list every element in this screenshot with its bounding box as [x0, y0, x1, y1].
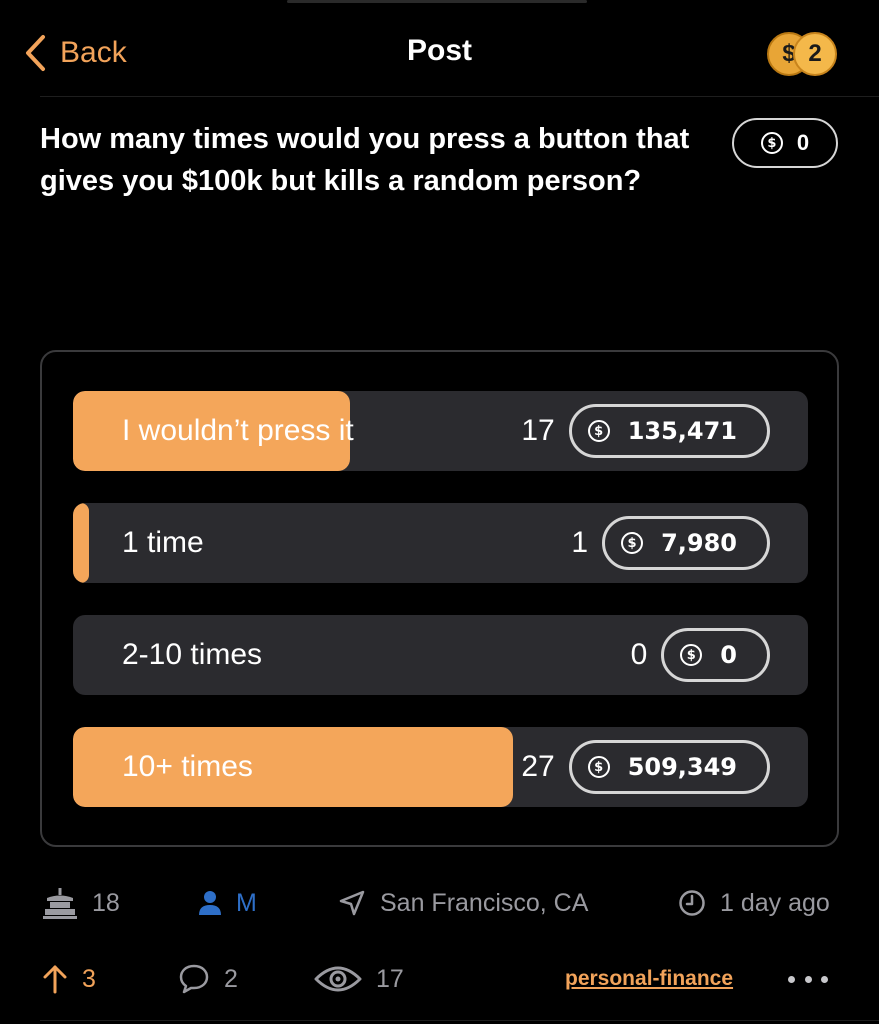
dollar-circle-icon: $: [587, 420, 610, 442]
tip-button[interactable]: $ 509,349: [568, 740, 770, 794]
speech-bubble-icon: [179, 964, 209, 994]
tip-amount: 135,471: [627, 417, 737, 445]
user-level-value: 18: [92, 888, 120, 917]
more-button[interactable]: [788, 956, 828, 1002]
timestamp: 1 day ago: [678, 880, 830, 926]
upvote-button[interactable]: 3: [42, 956, 96, 1002]
poll-option-stats: 1 $ 7,980: [571, 503, 770, 583]
dollar-circle-icon: $: [621, 532, 644, 554]
bottom-divider: [40, 1020, 879, 1021]
poll-option-votes: 27: [521, 750, 555, 783]
author-name: M: [236, 888, 257, 917]
tag-link[interactable]: personal-finance: [565, 956, 733, 1002]
dollar-circle-icon: $: [587, 756, 610, 778]
poll-option-label: 2-10 times: [122, 638, 263, 671]
poll-option-votes: 17: [521, 414, 555, 447]
timestamp-text: 1 day ago: [720, 888, 830, 917]
poll-option-stats: 17 $ 135,471: [521, 391, 770, 471]
location-arrow-icon: [339, 890, 365, 916]
location: San Francisco, CA: [338, 880, 588, 926]
poll-option-label: 10+ times: [122, 750, 253, 783]
tip-amount: 0: [720, 641, 737, 669]
cake-icon: [43, 888, 77, 919]
comments-button[interactable]: 2: [178, 956, 238, 1002]
comment-count: 2: [224, 964, 238, 993]
ellipsis-icon: [788, 975, 795, 983]
poll-option[interactable]: 2-10 times 0 $ 0: [73, 615, 808, 695]
tip-button[interactable]: $ 0: [661, 628, 770, 682]
bounty-button[interactable]: $ 0: [732, 118, 838, 168]
dollar-circle-icon: $: [760, 132, 783, 154]
page-title: Post: [406, 34, 472, 67]
header: Back Post $ 2: [0, 0, 879, 97]
upvote-count: 3: [82, 964, 96, 993]
post-screen: Back Post $ 2 How many times would you p…: [0, 0, 879, 1024]
poll-option-stats: 0 $ 0: [631, 615, 770, 695]
tip-button[interactable]: $ 7,980: [602, 516, 770, 570]
ellipsis-icon: [821, 975, 828, 983]
tip-amount: 7,980: [661, 529, 737, 557]
tip-amount: 509,349: [627, 753, 737, 781]
header-divider: [40, 96, 879, 97]
poll-option-fill: [73, 503, 90, 583]
eye-icon: [314, 966, 362, 992]
poll-option-votes: 0: [630, 638, 648, 671]
poll-option[interactable]: I wouldn’t press it 17 $ 135,471: [73, 391, 808, 471]
coins-button[interactable]: $ 2: [765, 30, 841, 76]
ellipsis-icon: [804, 975, 812, 983]
post-meta: 18 M San Francisco, CA 1 day ago: [0, 880, 879, 926]
person-icon: [199, 891, 221, 915]
post-actions: 3 2 17 personal-finance: [0, 956, 879, 1002]
arrow-up-icon: [43, 965, 67, 994]
poll-option[interactable]: 1 time 1 $ 7,980: [73, 503, 808, 583]
tip-button[interactable]: $ 135,471: [568, 404, 770, 458]
coins-count: 2: [793, 32, 837, 76]
post-question: How many times would you press a button …: [40, 123, 690, 197]
clock-icon: [679, 890, 705, 916]
poll-card: I wouldn’t press it 17 $ 135,471 1 time …: [40, 350, 839, 847]
author[interactable]: M: [198, 880, 257, 926]
location-text: San Francisco, CA: [380, 888, 589, 917]
poll-option-label: 1 time: [122, 526, 204, 559]
poll-option-stats: 27 $ 509,349: [521, 727, 770, 807]
poll-option[interactable]: 10+ times 27 $ 509,349: [73, 727, 808, 807]
poll-option-votes: 1: [571, 526, 589, 559]
views: 17: [314, 956, 404, 1002]
dollar-circle-icon: $: [680, 644, 703, 666]
user-level: 18: [42, 880, 120, 926]
poll-option-label: I wouldn’t press it: [122, 414, 354, 447]
view-count: 17: [376, 964, 404, 993]
bounty-amount: 0: [796, 130, 810, 155]
